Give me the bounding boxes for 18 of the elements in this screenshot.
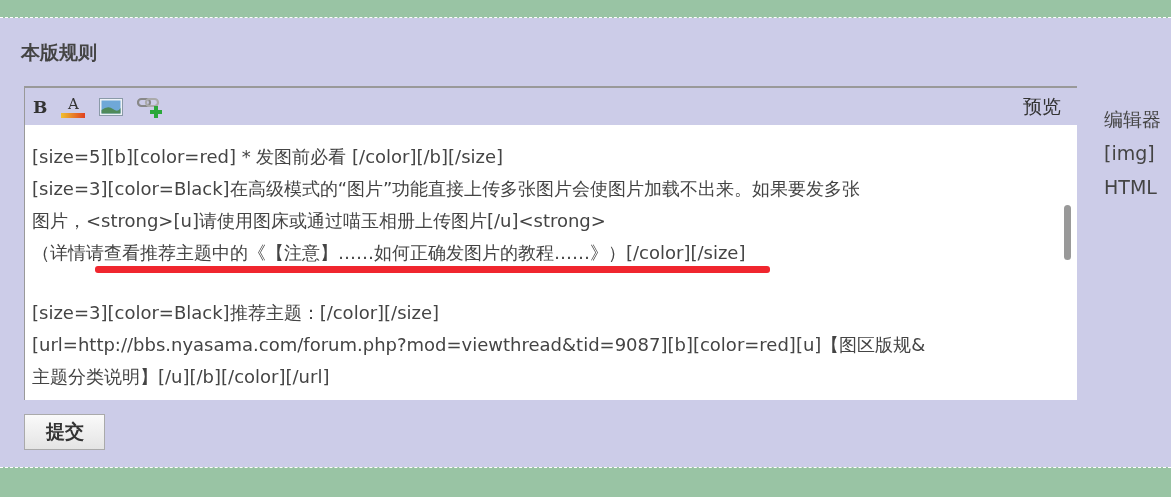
bold-button[interactable]: B xyxy=(33,96,48,117)
help-text: 编辑器 xyxy=(1104,107,1161,132)
text-line: （详情请查看推荐主题中的《【注意】……如何正确发图片的教程……》）[/color][/size] xyxy=(32,241,746,265)
scrollbar-thumb[interactable] xyxy=(1064,205,1071,260)
text-line: 主题分类说明】[/u][/b][/color][/url] xyxy=(32,365,330,389)
text-line: [url=http://bbs.nyasama.com/forum.php?mod=viewthread&tid=9087][b][color=red][u]【图区版规& xyxy=(32,333,926,357)
preview-button[interactable]: 预览 xyxy=(1023,93,1061,120)
image-icon[interactable] xyxy=(99,97,124,116)
text-line: [size=3][color=Black]推荐主题：[/color][/size] xyxy=(32,301,440,325)
text-line: 图片，<strong>[u]请使用图床或通过喵玉相册上传图片[/u]<strong> xyxy=(32,209,606,233)
text-line: [size=5][b][color=red] * 发图前必看 [/color][/b][/size] xyxy=(32,145,504,169)
link-add-icon[interactable] xyxy=(137,95,164,118)
submit-button[interactable]: 提交 xyxy=(24,414,105,450)
help-text: HTML xyxy=(1104,175,1158,200)
section-heading: 本版规则 xyxy=(21,40,98,65)
text-line: [size=3][color=Black]在高级模式的“图片”功能直接上传多张图片会使图片加载不出来。如果要发多张 xyxy=(32,177,861,201)
help-text: [img] xyxy=(1104,141,1156,166)
font-color-button[interactable]: A xyxy=(61,95,86,118)
